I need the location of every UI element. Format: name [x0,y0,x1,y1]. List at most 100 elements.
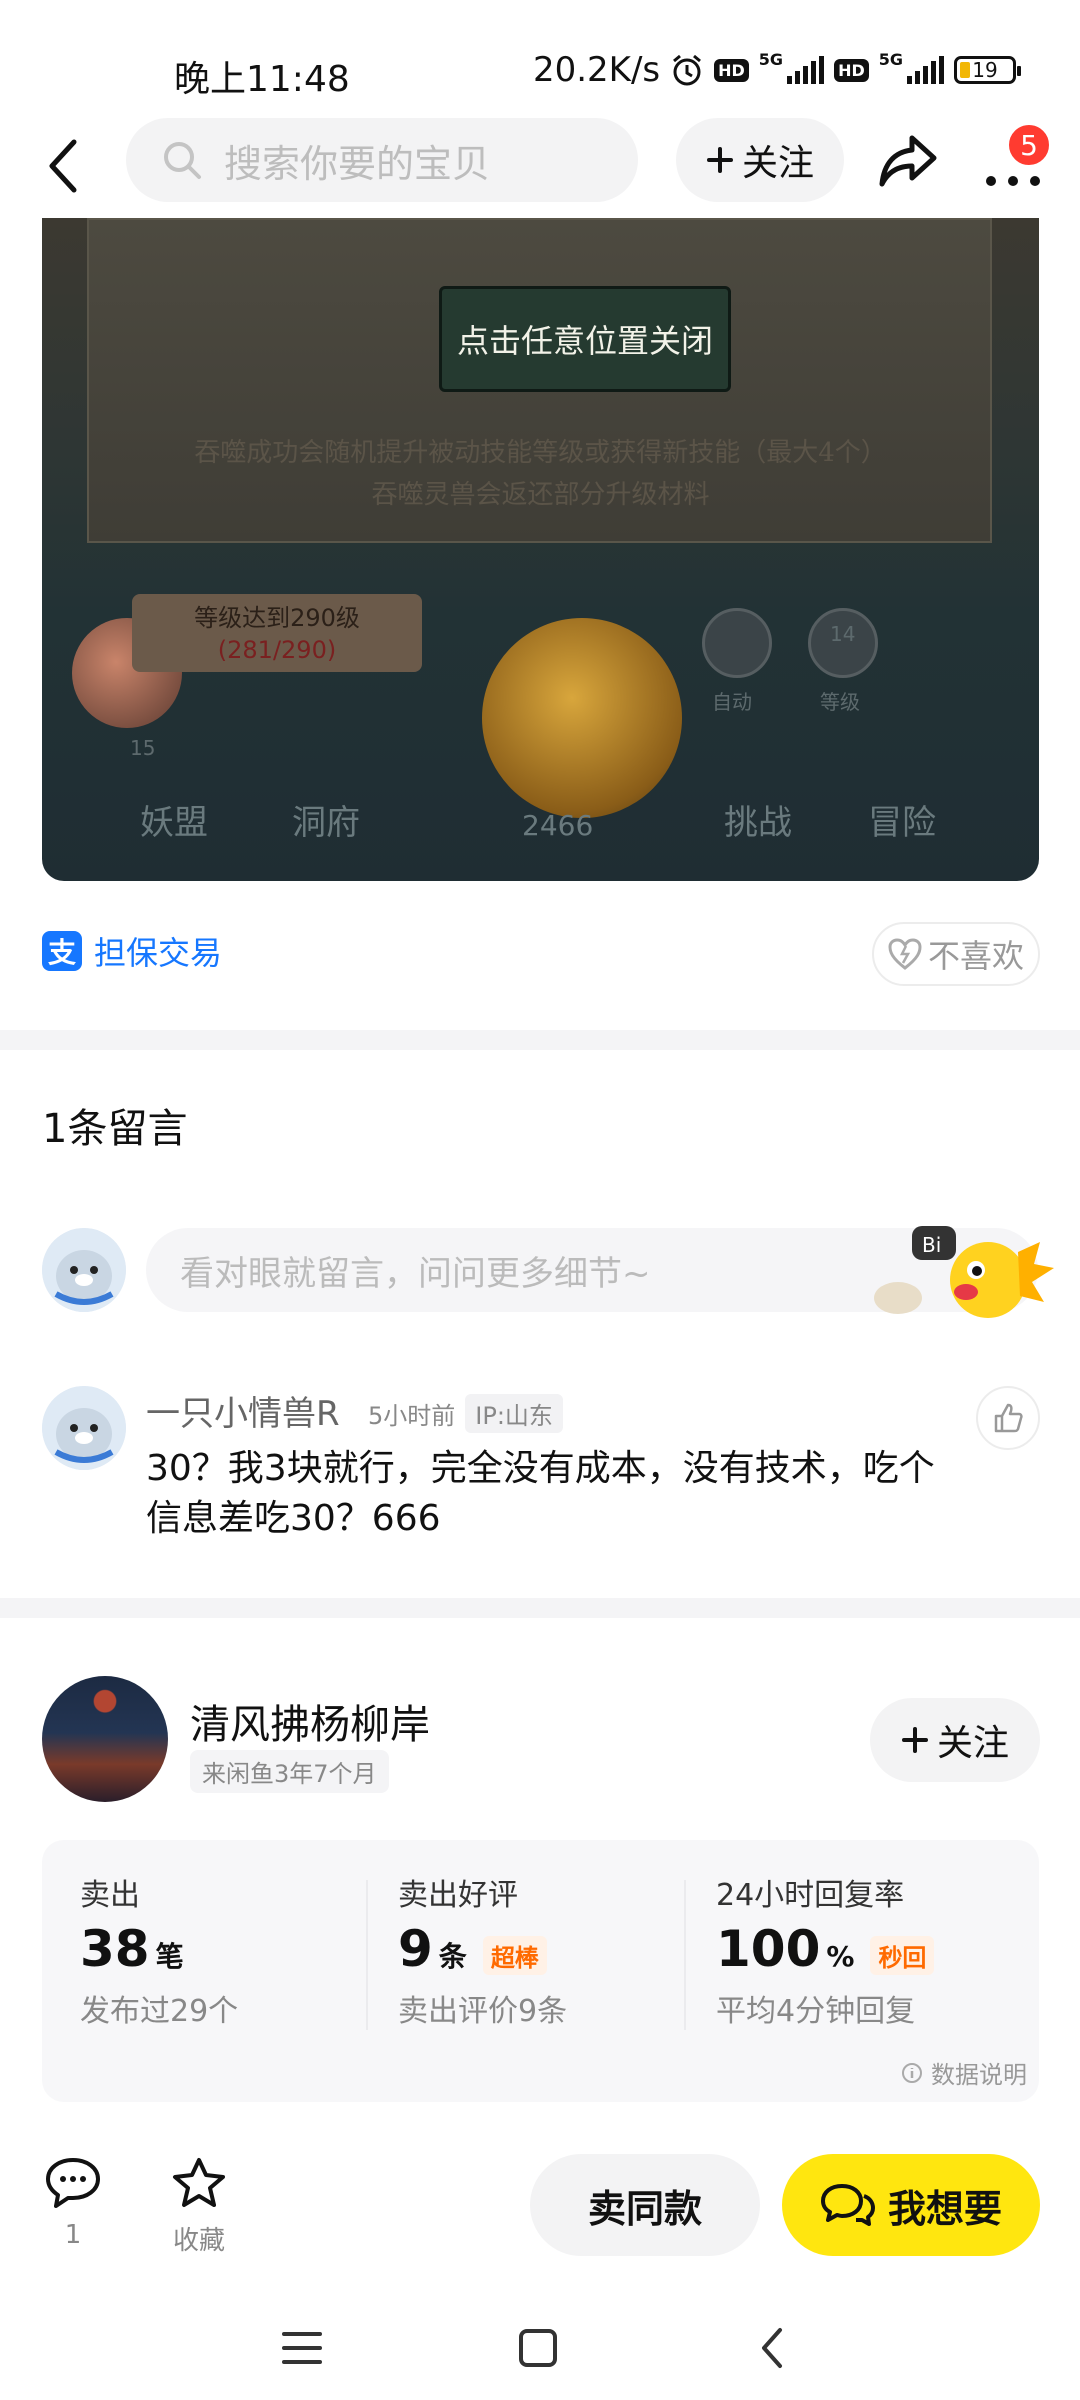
data-note-link[interactable]: 数据说明 [901,2055,1027,2090]
home-button[interactable] [508,2318,568,2378]
stat-unit: % [826,1940,855,1973]
comment-input-placeholder: 看对眼就留言，问问更多细节~ [180,1253,651,1294]
stat-flag: 秒回 [870,1936,935,1975]
stat-unit: 条 [438,1940,467,1973]
signal-icon [787,56,825,84]
back-button[interactable] [40,134,92,198]
network-type-label: 5G [758,50,784,69]
level-progress: (281/290) [217,636,337,664]
game-tab: 冒险 [868,803,936,843]
bottom-action-bar: 1 收藏 卖同款 我想要 [0,2124,1080,2264]
search-input[interactable]: 搜索你要的宝贝 [126,118,638,202]
sell-same-button[interactable]: 卖同款 [530,2154,760,2256]
favorite-tab[interactable]: 收藏 [154,2156,244,2257]
share-button[interactable] [876,130,940,190]
chat-bubble-icon [46,2158,100,2208]
system-back-button[interactable] [744,2318,804,2378]
close-hint: 点击任意位置关闭 [439,286,731,392]
more-icon [986,176,1040,186]
thumbs-up-icon [994,1403,1023,1433]
status-icons: 20.2K/s HD 5G HD 5G 19 [533,50,1021,90]
dialog-line: 吞噬灵兽会返还部分升级材料 [371,480,710,510]
notification-badge: 5 [1006,122,1052,168]
game-panel: 15 等级达到290级 (281/290) 自动 14 等级 妖盟 洞府 246… [52,568,1032,858]
section-divider [0,1598,1080,1618]
comment-time: 5小时前 [368,1402,456,1430]
like-button[interactable] [976,1386,1040,1450]
axe-coin-icon [482,618,682,818]
menu-button[interactable] [272,2318,332,2378]
square-icon [519,2329,557,2367]
alarm-icon [673,54,702,86]
stat-divider [684,1880,686,2030]
mascot-bubble-text: Bi [922,1233,941,1257]
stat-sold: 卖出 38 笔 发布过29个 [80,1870,380,2030]
stat-label: 卖出 [80,1878,140,1913]
chevron-left-icon [49,139,77,193]
status-bar: 晚上11:48 20.2K/s HD 5G HD 5G 19 [0,0,1080,118]
peach-count: 15 [130,736,156,760]
search-icon [164,142,201,179]
follow-button[interactable]: 关注 [676,118,844,202]
plus-icon [901,1727,928,1753]
system-nav-bar [0,2280,1080,2400]
battery-icon: 19 [954,56,1021,84]
stat-reply-rate: 24小时回复率 100 % 秒回 平均4分钟回复 [716,1870,1016,2030]
seller-since-badge: 来闲鱼3年7个月 [190,1750,389,1793]
seller-avatar[interactable] [42,1676,168,1802]
more-button[interactable]: 5 [980,122,1052,196]
hd-icon: HD [834,58,869,82]
follow-seller-button[interactable]: 关注 [870,1698,1040,1782]
stat-value: 38 [80,1920,150,1978]
stat-footnote: 平均4分钟回复 [716,1994,916,2029]
auto-icon [702,608,772,678]
auto-label: 自动 [712,690,752,714]
commenter-avatar[interactable] [42,1386,126,1470]
alipay-icon: 支 [42,931,82,971]
my-avatar [42,1228,126,1312]
level-badge-number: 14 [830,622,856,646]
star-icon [173,2158,225,2207]
game-tab: 妖盟 [140,803,208,843]
seller-stats-card[interactable]: 卖出 38 笔 发布过29个 卖出好评 9 条 超棒 卖出评价9条 24小时回复… [42,1840,1039,2102]
dislike-label: 不喜欢 [927,937,1024,975]
mascot-fish-icon: Bi [868,1222,1058,1322]
level-box: 等级达到290级 (281/290) [132,594,422,672]
menu-icon [282,2332,322,2364]
follow-seller-label: 关注 [936,1723,1009,1764]
comments-title: 1条留言 [42,1106,188,1152]
level-text: 等级达到290级 [194,604,360,632]
stat-value: 100 [716,1920,821,1978]
stat-footnote: 卖出评价9条 [398,1994,568,2029]
dislike-button[interactable]: 不喜欢 [872,922,1040,986]
follow-label: 关注 [741,143,814,184]
commenter-name[interactable]: 一只小情兽R [146,1386,340,1435]
battery-level: 19 [972,58,998,82]
comment-meta: 5小时前 IP:山东 [368,1394,563,1433]
section-divider [0,1030,1080,1050]
game-tab: 挑战 [724,803,792,843]
plus-icon [706,147,733,173]
stat-label: 卖出好评 [398,1878,518,1913]
comment-text: 30？我3块就行，完全没有成本，没有技术，吃个信息差吃30？666 [146,1448,935,1539]
broken-heart-icon [888,938,922,970]
data-note-label: 数据说明 [931,2061,1027,2089]
coin-count: 2466 [522,809,594,842]
comment-ip: IP:山东 [465,1394,563,1433]
chevron-left-icon [762,2328,782,2368]
seller-name[interactable]: 清风拂杨柳岸 [190,1692,430,1750]
game-tab: 洞府 [292,803,360,843]
network-type-label: 5G [878,50,903,69]
dialog-line: 吞噬成功会随机提升被动技能等级或获得新技能（最大4个） [194,438,887,468]
guarantee-trade-label: 担保交易 [94,934,223,972]
product-image[interactable]: 点击任意位置关闭 吞噬成功会随机提升被动技能等级或获得新技能（最大4个） 吞噬灵… [42,218,1039,881]
stat-footnote: 发布过29个 [80,1994,239,2029]
comment-tab[interactable]: 1 [28,2156,118,2250]
want-button[interactable]: 我想要 [782,2154,1040,2256]
signal-icon [907,56,944,84]
status-time: 晚上11:48 [174,59,350,100]
stat-label: 24小时回复率 [716,1878,905,1913]
share-icon [879,135,937,187]
comment-count: 1 [64,2220,82,2250]
guarantee-trade[interactable]: 支 担保交易 [42,928,222,974]
